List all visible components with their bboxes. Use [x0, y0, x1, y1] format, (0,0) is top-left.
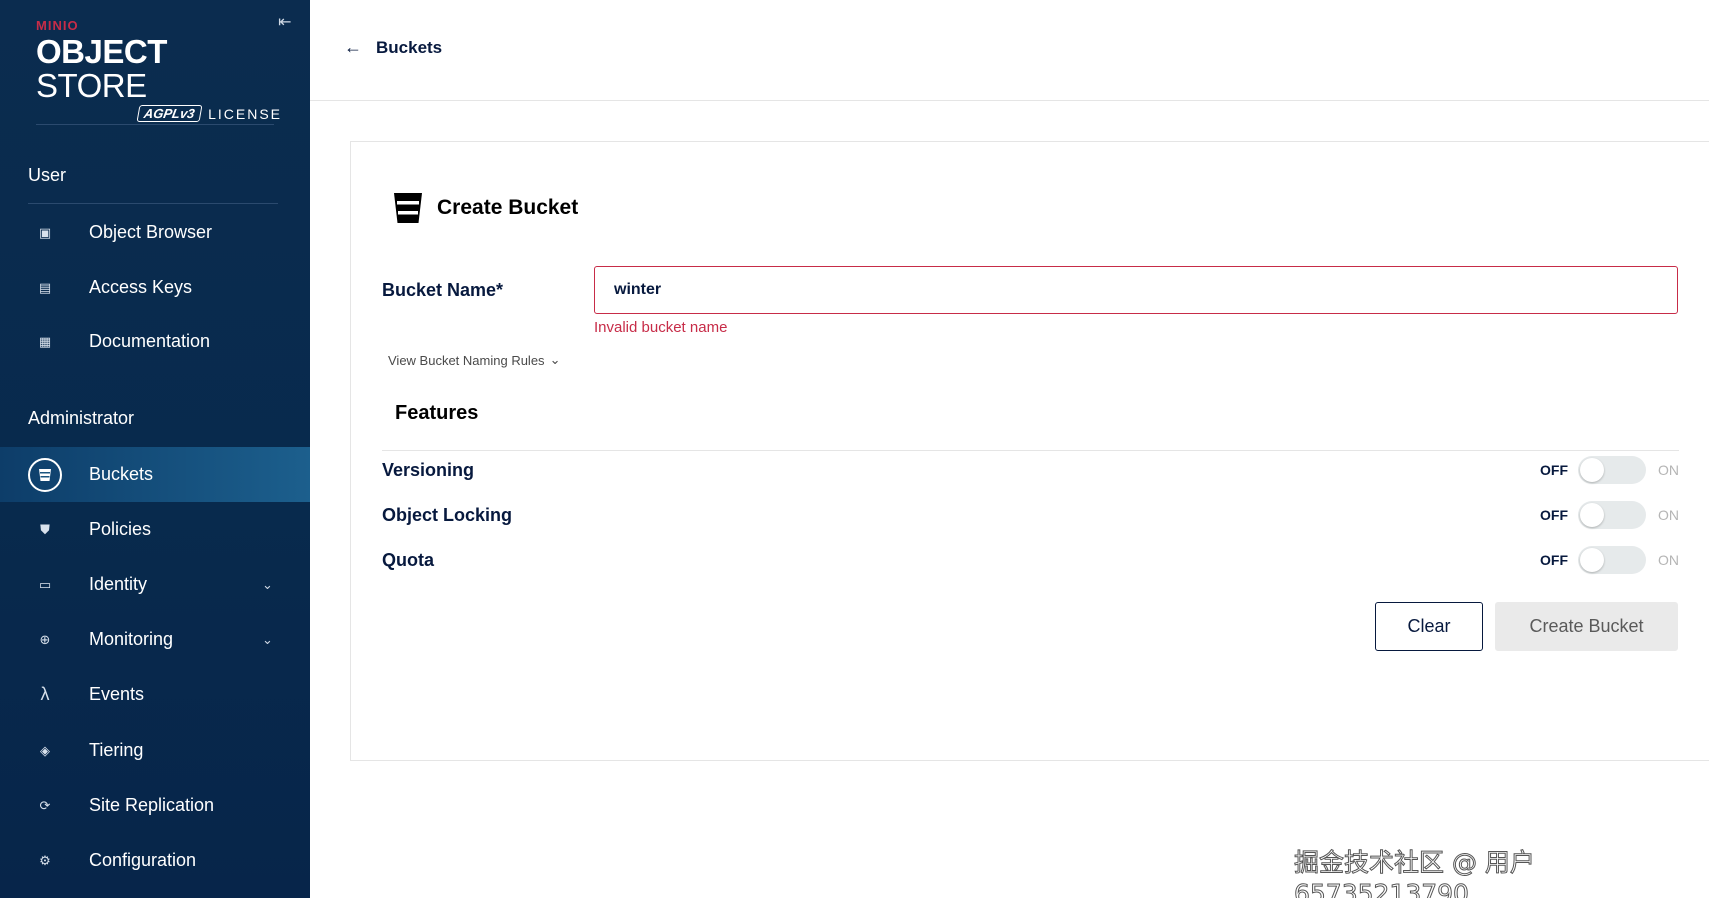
collapse-sidebar-icon[interactable]: ⇤: [278, 12, 291, 32]
nav-monitoring[interactable]: ⊕ Monitoring ⌄: [0, 612, 310, 667]
page-header: ← Buckets: [310, 0, 1709, 101]
divider: [36, 124, 274, 125]
lambda-icon: λ: [40, 684, 50, 704]
toggle-on-label: ON: [1658, 507, 1679, 523]
gear-icon: ⚙: [39, 852, 51, 868]
nav-label: Monitoring: [89, 629, 174, 649]
chevron-down-icon: ⌄: [549, 352, 561, 367]
documentation-icon: ▦: [38, 333, 52, 349]
nav-documentation[interactable]: ▦ Documentation: [0, 314, 310, 369]
page-title: Create Bucket: [437, 196, 579, 219]
monitoring-icon: ⊕: [39, 631, 51, 647]
nav-label: Identity: [89, 574, 148, 594]
divider: [382, 450, 1679, 451]
arrow-left-icon: ←: [344, 37, 362, 57]
brand-license: LICENSE: [208, 105, 282, 122]
toggle-off-label: OFF: [1540, 507, 1568, 523]
card-header: Create Bucket: [393, 192, 578, 224]
nav-configuration[interactable]: ⚙ Configuration: [0, 833, 310, 888]
clear-button[interactable]: Clear: [1375, 602, 1483, 651]
nav-label: Documentation: [89, 331, 211, 351]
back-to-buckets-link[interactable]: ← Buckets: [344, 37, 442, 58]
nav-object-browser[interactable]: ▣ Object Browser: [0, 205, 310, 260]
quota-toggle[interactable]: [1578, 546, 1646, 574]
versioning-toggle-group: OFF ON: [1540, 456, 1679, 484]
watermark: 掘金技术社区 @ 用户65735213790: [1294, 848, 1536, 898]
feature-label: Quota: [382, 549, 434, 570]
feature-versioning-row: Versioning OFF ON: [382, 455, 1679, 485]
features-heading: Features: [395, 402, 479, 424]
nav-label: Tiering: [89, 740, 144, 760]
bucket-icon: [28, 457, 62, 492]
feature-object-locking-row: Object Locking OFF ON: [382, 500, 1679, 530]
nav-site-replication[interactable]: ⟳ Site Replication: [0, 778, 310, 833]
bucket-name-label: Bucket Name*: [382, 280, 504, 300]
identity-icon: ▭: [38, 576, 52, 592]
brand-title: OBJECT STORE: [36, 33, 167, 104]
nav-label: Site Replication: [89, 795, 215, 815]
sync-icon: ⟳: [39, 797, 51, 813]
sidebar: MINIO OBJECT STORE AGPLv3 LICENSE ⇤ User…: [0, 0, 310, 898]
create-bucket-card: Create Bucket Bucket Name* Invalid bucke…: [350, 141, 1709, 761]
nav-label: Buckets: [89, 464, 154, 484]
toggle-off-label: OFF: [1540, 462, 1568, 478]
bucket-name-input[interactable]: [594, 266, 1678, 314]
object-locking-toggle[interactable]: [1578, 501, 1646, 529]
nav-label: Events: [89, 684, 145, 704]
versioning-toggle[interactable]: [1578, 456, 1646, 484]
feature-label: Object Locking: [382, 504, 513, 525]
nav-label: Object Browser: [89, 222, 213, 242]
chevron-down-icon: ⌄: [262, 631, 273, 647]
section-administrator: Administrator: [28, 408, 135, 428]
quota-toggle-group: OFF ON: [1540, 546, 1679, 574]
naming-rules-label: View Bucket Naming Rules: [388, 352, 545, 368]
brand-minio: MINIO: [36, 18, 79, 33]
divider: [28, 203, 278, 204]
minio-logo: MINIO OBJECT STORE AGPLv3 LICENSE: [36, 18, 286, 122]
toggle-on-label: ON: [1658, 552, 1679, 568]
agpl-badge: AGPLv3: [136, 105, 202, 122]
bucket-icon: [394, 193, 422, 223]
shield-icon: ⛊: [40, 521, 50, 537]
nav-buckets[interactable]: Buckets: [0, 447, 310, 502]
nav-label: Access Keys: [89, 277, 193, 297]
nav-policies[interactable]: ⛊ Policies: [0, 502, 310, 557]
layers-icon: ◈: [40, 742, 50, 758]
nav-label: Policies: [89, 519, 152, 539]
nav-identity[interactable]: ▭ Identity ⌄: [0, 557, 310, 612]
section-user: User: [28, 165, 67, 185]
nav-access-keys[interactable]: ▤ Access Keys: [0, 260, 310, 315]
back-label: Buckets: [376, 37, 443, 57]
chevron-down-icon: ⌄: [262, 576, 273, 592]
feature-quota-row: Quota OFF ON: [382, 545, 1679, 575]
feature-label: Versioning: [382, 459, 475, 480]
nav-label: Configuration: [89, 850, 197, 870]
toggle-off-label: OFF: [1540, 552, 1568, 568]
nav-events[interactable]: λ Events: [0, 667, 310, 722]
toggle-on-label: ON: [1658, 462, 1679, 478]
access-keys-icon: ▤: [38, 279, 52, 295]
view-naming-rules-link[interactable]: View Bucket Naming Rules ⌄: [388, 352, 560, 368]
object-locking-toggle-group: OFF ON: [1540, 501, 1679, 529]
bucket-name-error: Invalid bucket name: [594, 319, 728, 336]
object-browser-icon: ▣: [38, 224, 52, 240]
create-bucket-button[interactable]: Create Bucket: [1495, 602, 1678, 651]
nav-tiering[interactable]: ◈ Tiering: [0, 723, 310, 778]
